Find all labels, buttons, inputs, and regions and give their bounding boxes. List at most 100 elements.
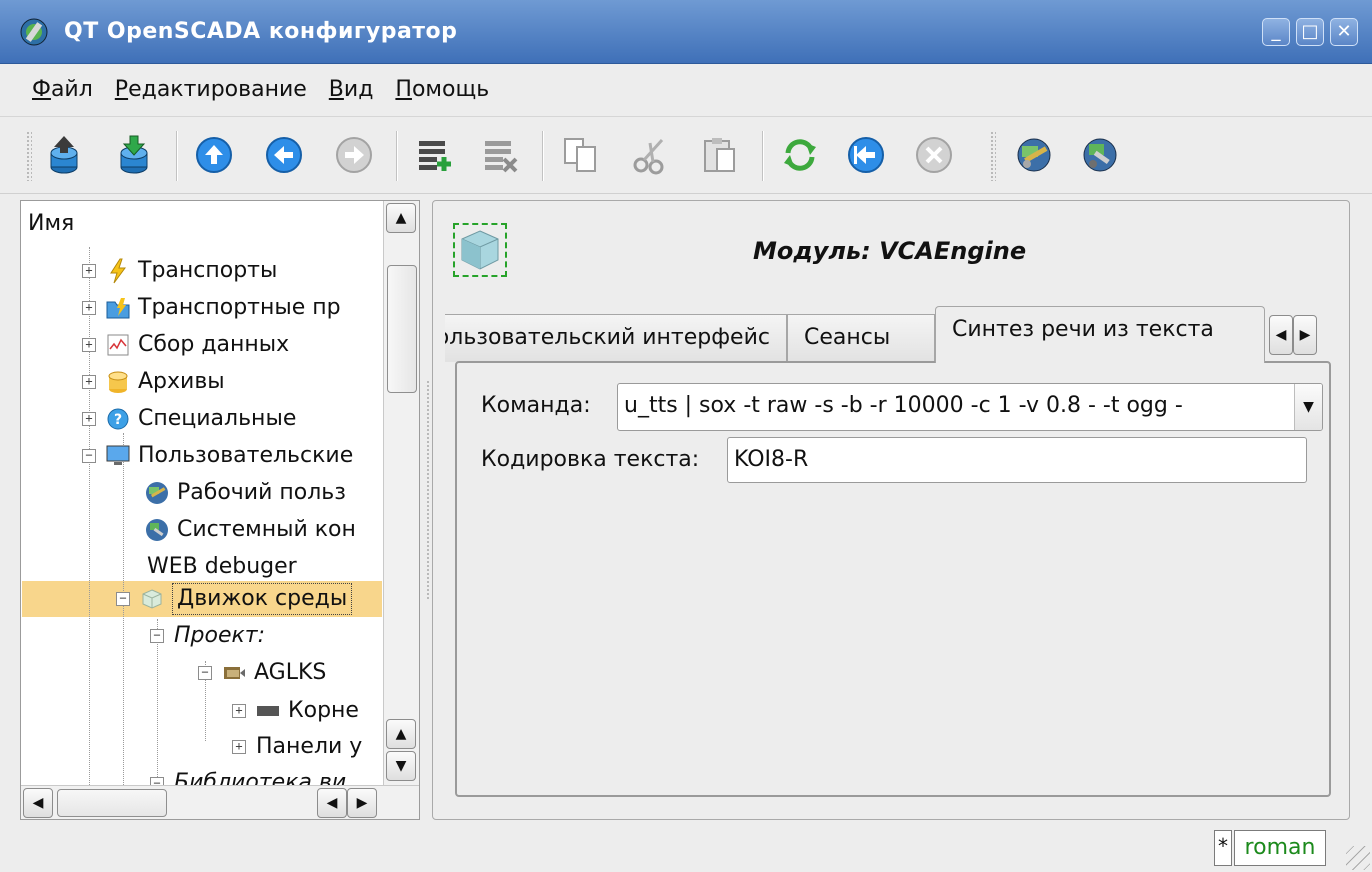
expand-icon[interactable]: +	[82, 412, 96, 426]
expand-icon[interactable]: +	[82, 338, 96, 352]
maximize-button[interactable]: □	[1296, 18, 1324, 46]
menu-help[interactable]: Помощь	[395, 77, 489, 102]
chart-icon	[106, 333, 130, 357]
cut-icon	[633, 138, 664, 175]
menu-file[interactable]: Файл	[32, 77, 93, 102]
db-load-button[interactable]	[40, 131, 88, 179]
tree-item-label: Системный кон	[177, 517, 356, 542]
vertical-scroll-thumb[interactable]	[387, 265, 417, 393]
expand-icon[interactable]: +	[232, 740, 246, 754]
scroll-down-button[interactable]: ▼	[386, 751, 416, 781]
cut-button[interactable]	[626, 131, 674, 179]
tab-speech-synthesis[interactable]: Синтез речи из текста	[935, 306, 1265, 363]
expand-icon[interactable]: +	[232, 704, 246, 718]
db-save-icon	[120, 135, 148, 174]
vision-icon	[145, 481, 169, 505]
minimize-button[interactable]: _	[1262, 18, 1290, 46]
close-button[interactable]: ✕	[1330, 18, 1358, 46]
tree-item-label: Архивы	[138, 369, 225, 394]
tree-item-transports[interactable]: + Транспорты	[82, 253, 277, 289]
start-button[interactable]	[842, 131, 890, 179]
collapse-icon[interactable]: −	[82, 449, 96, 463]
tree-item-user-interfaces[interactable]: − Пользовательские	[82, 438, 353, 474]
toolbar-separator	[396, 131, 398, 181]
tree-item-special[interactable]: + ? Специальные	[82, 401, 296, 437]
refresh-button[interactable]	[776, 131, 824, 179]
command-label: Команда:	[481, 393, 591, 418]
title-bar: QT OpenSCADA конфигуратор _ □ ✕	[0, 0, 1372, 64]
tab-sessions[interactable]: Сеансы	[787, 314, 935, 362]
tree-item-label: AGLKS	[254, 660, 327, 685]
scroll-up-button[interactable]: ▲	[386, 203, 416, 233]
back-button[interactable]	[260, 131, 308, 179]
tree-item-system-configurator[interactable]: Системный кон	[145, 512, 356, 548]
chevron-down-icon[interactable]: ▼	[1294, 384, 1322, 430]
panel-splitter[interactable]	[426, 380, 430, 600]
tab-scroll-right-button[interactable]: ▶	[1293, 315, 1317, 355]
expand-icon[interactable]: +	[82, 375, 96, 389]
add-item-icon	[419, 141, 451, 171]
tab-scroll-left-button[interactable]: ◀	[1269, 315, 1293, 355]
expand-icon[interactable]: +	[82, 264, 96, 278]
vision-button[interactable]	[1010, 131, 1058, 179]
scroll-left-button-lower[interactable]: ◀	[317, 788, 347, 818]
up-button[interactable]	[190, 131, 238, 179]
tree-item-root-page[interactable]: + Корне	[232, 693, 359, 729]
forward-icon	[336, 137, 372, 173]
tab-user-interface[interactable]: Пользовательский интерфейс	[445, 314, 787, 362]
tree-item-vision-user[interactable]: Рабочий польз	[145, 475, 346, 511]
lightning-icon	[106, 258, 130, 284]
app-icon	[20, 18, 48, 45]
modified-indicator: *	[1214, 830, 1232, 866]
encoding-input[interactable]: KOI8-R	[727, 437, 1307, 483]
toolbar-grip[interactable]	[26, 131, 32, 181]
db-save-button[interactable]	[110, 131, 158, 179]
tree-vertical-scrollbar[interactable]: ▲ ▲ ▼	[383, 201, 419, 785]
scroll-right-button[interactable]: ▶	[347, 788, 377, 818]
stop-icon	[916, 137, 952, 173]
navigation-tree[interactable]: Имя + Транспорты + Транспортные пр + Сбо…	[20, 200, 420, 820]
tree-item-aglks[interactable]: − AGLKS	[198, 655, 326, 691]
up-icon	[196, 137, 232, 173]
tree-item-transport-protocols[interactable]: + Транспортные пр	[82, 290, 341, 326]
encoding-label: Кодировка текста:	[481, 447, 700, 472]
collapse-icon[interactable]: −	[150, 629, 164, 643]
copy-icon	[564, 138, 596, 172]
menu-edit[interactable]: Редактирование	[115, 77, 307, 102]
tree-item-panels[interactable]: + Панели у	[232, 729, 362, 765]
system-button[interactable]	[1076, 131, 1124, 179]
horizontal-scroll-thumb[interactable]	[57, 789, 167, 817]
back-icon	[266, 137, 302, 173]
tree-item-label: Транспортные пр	[138, 295, 341, 320]
forward-button[interactable]	[330, 131, 378, 179]
expand-icon[interactable]: +	[82, 301, 96, 315]
tree-item-web-debuger[interactable]: WEB debuger	[147, 549, 297, 585]
tree-header[interactable]: Имя	[22, 202, 382, 246]
collapse-icon[interactable]: −	[116, 592, 130, 606]
tree-item-label: WEB debuger	[147, 554, 297, 579]
toolbar-separator	[542, 131, 544, 181]
copy-button[interactable]	[556, 131, 604, 179]
delete-item-button[interactable]	[476, 131, 524, 179]
stop-button[interactable]	[910, 131, 958, 179]
collapse-icon[interactable]: −	[150, 777, 164, 785]
command-combobox[interactable]: u_tts | sox -t raw -s -b -r 10000 -c 1 -…	[617, 383, 1323, 431]
tree-item-vca-engine[interactable]: − Движок среды	[116, 581, 353, 617]
refresh-icon	[784, 139, 816, 171]
resize-grip[interactable]	[1346, 846, 1370, 870]
tree-item-widget-library[interactable]: − Библиотека ви	[150, 765, 346, 785]
scroll-up-button-lower[interactable]: ▲	[386, 719, 416, 749]
tree-item-archives[interactable]: + Архивы	[82, 364, 225, 400]
system-icon	[145, 518, 169, 542]
collapse-icon[interactable]: −	[198, 666, 212, 680]
tree-horizontal-scrollbar[interactable]: ◀ ◀ ▶	[21, 785, 419, 819]
paste-button[interactable]	[696, 131, 744, 179]
tree-item-data-acquisition[interactable]: + Сбор данных	[82, 327, 289, 363]
scroll-left-button[interactable]: ◀	[23, 788, 53, 818]
tree-item-project-group[interactable]: − Проект:	[150, 618, 265, 654]
user-indicator[interactable]: roman	[1234, 830, 1326, 866]
add-item-button[interactable]	[410, 131, 458, 179]
menu-view[interactable]: Вид	[329, 77, 374, 102]
toolbar-grip[interactable]	[990, 131, 996, 181]
tree-item-label: Корне	[288, 698, 359, 723]
